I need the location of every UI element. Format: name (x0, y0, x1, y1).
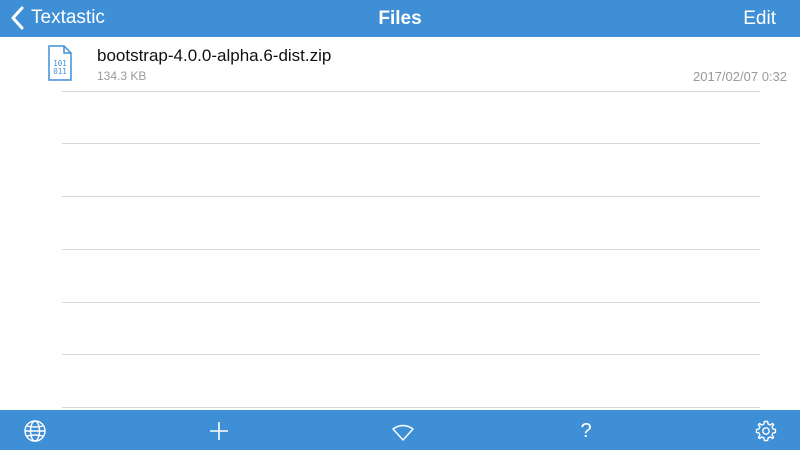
row-separator (62, 249, 760, 250)
file-name: bootstrap-4.0.0-alpha.6-dist.zip (97, 46, 332, 65)
row-separator (62, 196, 760, 197)
row-separator (62, 407, 760, 408)
row-separator (62, 143, 760, 144)
row-separator (62, 91, 760, 92)
help-icon[interactable]: ? (574, 419, 598, 443)
page-title: Files (378, 8, 422, 29)
file-list: 101 011 bootstrap-4.0.0-alpha.6-dist.zip… (0, 37, 800, 410)
navigation-bar: Textastic Files Edit (0, 0, 800, 37)
gear-icon[interactable] (754, 419, 778, 443)
binary-file-icon: 101 011 (47, 45, 73, 86)
file-size: 134.3 KB (97, 69, 147, 83)
row-separator (62, 302, 760, 303)
file-row[interactable]: 101 011 bootstrap-4.0.0-alpha.6-dist.zip… (0, 37, 800, 91)
textastic-files-screen: Textastic Files Edit 101 011 bootstrap-4… (0, 0, 800, 450)
row-separator (62, 354, 760, 355)
file-date: 2017/02/07 0:32 (693, 69, 787, 84)
globe-icon[interactable] (23, 419, 47, 443)
edit-button[interactable]: Edit (743, 0, 776, 37)
icon-text-bottom: 011 (53, 67, 67, 76)
wifi-icon[interactable] (391, 419, 415, 443)
plus-icon[interactable] (207, 419, 231, 443)
bottom-toolbar: ? (0, 410, 800, 450)
